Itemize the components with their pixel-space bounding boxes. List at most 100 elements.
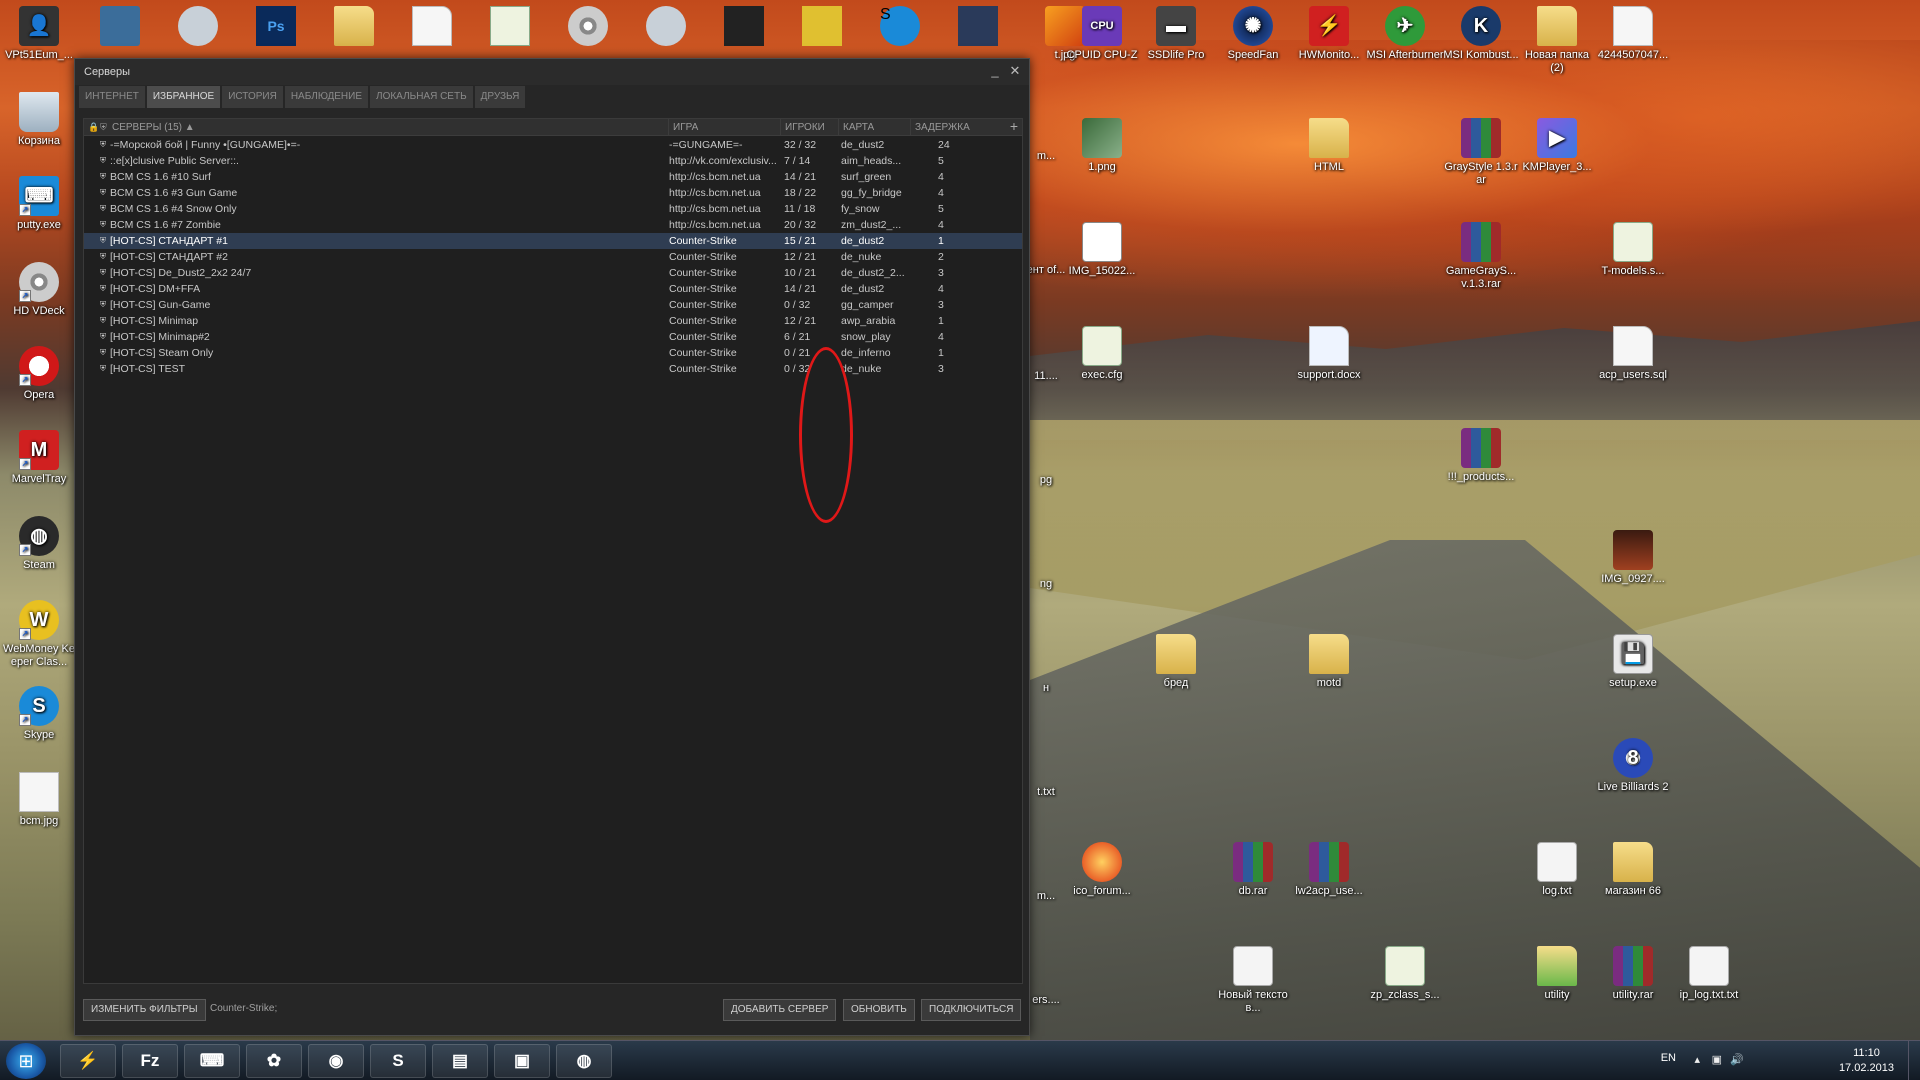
desktop-icon-bred[interactable]: бред [1137,634,1215,690]
desktop-icon-ng-partial[interactable]: ng [1026,578,1066,591]
server-row[interactable]: ⛨ BCM CS 1.6 #10 Surf http://cs.bcm.net.ua… [84,169,1022,185]
taskbar-item-steam[interactable]: ◍ [556,1044,612,1078]
server-row[interactable]: ⛨ [HOT-CS] Gun-Game Counter-Strike 0 / 32 gg… [84,297,1022,313]
gear-icon[interactable] [178,6,218,46]
desktop-icon-kmplayer[interactable]: ▶ KMPlayer_3... [1518,118,1596,174]
desktop-icon-live-billiards[interactable]: 8 Live Billiards 2 [1594,738,1672,794]
desktop-icon-putty[interactable]: ⌨ ↗ putty.exe [0,176,78,232]
image-icon[interactable] [724,6,764,46]
desktop-icon-img15022[interactable]: IMG_15022... [1063,222,1141,278]
server-row[interactable]: ⛨ -=Морской бой | Funny •[GUNGAME]•=- -=GU… [84,137,1022,153]
desktop-icon-tmodels[interactable]: T-models.s... [1594,222,1672,278]
desktop-icon-opera[interactable]: ↗ Opera [0,346,78,402]
taskbar-item-putty[interactable]: ⌨ [184,1044,240,1078]
server-row[interactable]: ⛨ [HOT-CS] Minimap Counter-Strike 12 / 21 aw… [84,313,1022,329]
desktop-icon-products[interactable]: !!!_products... [1442,428,1520,484]
desktop-icon-ers-partial[interactable]: ers.... [1026,994,1066,1007]
network-icon[interactable]: ▣ [1712,1053,1722,1066]
desktop-icon-lw2acp[interactable]: lw2acp_use... [1290,842,1368,898]
desktop-icon-steam[interactable]: ◍ ↗ Steam [0,516,78,572]
desktop-icon-new-text[interactable]: Новый текстов... [1214,946,1292,1015]
desktop-icon-zp-zclass[interactable]: zp_zclass_s... [1366,946,1444,1002]
desktop-icon-magazin[interactable]: магазин 66 [1594,842,1672,898]
desktop-icon-ico-forum[interactable]: ico_forum... [1063,842,1141,898]
script-file-icon[interactable] [490,6,530,46]
column-header-players[interactable]: ИГРОКИ [780,119,825,136]
desktop-icon-recycle-bin[interactable]: Корзина [0,92,78,148]
lock-icon[interactable]: 🔒 [88,119,99,136]
tray-arrow-icon[interactable]: ▴ [1694,1053,1700,1066]
add-server-button[interactable]: ДОБАВИТЬ СЕРВЕР [723,999,837,1021]
tab-lan[interactable]: ЛОКАЛЬНАЯ СЕТЬ [370,86,473,108]
desktop-icon-db-rar[interactable]: db.rar [1214,842,1292,898]
desktop-icon-utility-rar[interactable]: utility.rar [1594,946,1672,1002]
desktop-icon-gamegrays[interactable]: GameGrayS... v.1.3.rar [1442,222,1520,291]
column-header-map[interactable]: КАРТА [838,119,874,136]
desktop-icon-support-docx[interactable]: support.docx [1290,326,1368,382]
desktop-icon-hdvdeck[interactable]: ↗ HD VDeck [0,262,78,318]
desktop-icon-bcm-jpg[interactable]: bcm.jpg [0,772,78,828]
desktop-icon-html[interactable]: HTML [1290,118,1368,174]
server-row[interactable]: ⛨ [HOT-CS] TEST Counter-Strike 0 / 32 de_nuk… [84,361,1022,377]
clock[interactable]: 11:10 17.02.2013 [1839,1046,1894,1076]
desktop-icon-afterburner[interactable]: ✈ MSI Afterburner [1366,6,1444,62]
taskbar-item-server[interactable]: ▣ [494,1044,550,1078]
tab-friends[interactable]: ДРУЗЬЯ [474,86,526,108]
refresh-button[interactable]: ОБНОВИТЬ [843,999,915,1021]
close-button[interactable]: ✕ [1007,63,1023,79]
server-row[interactable]: ⛨ BCM CS 1.6 #7 Zombie http://cs.bcm.net.u… [84,217,1022,233]
desktop-icon-speedfan[interactable]: ✺ SpeedFan [1214,6,1292,62]
desktop-icon-m2-partial[interactable]: m... [1026,890,1066,903]
cartoon-image-icon[interactable] [802,6,842,46]
taskbar-item-filezilla[interactable]: Fz [122,1044,178,1078]
tab-spectate[interactable]: НАБЛЮДЕНИЕ [284,86,369,108]
add-column-icon[interactable]: + [1010,118,1018,135]
desktop-icon-ent-partial[interactable]: ент of... [1026,264,1066,277]
tab-internet[interactable]: ИНТЕРНЕТ [79,86,145,108]
desktop-icon-webmoney[interactable]: W ↗ WebMoney Keeper Clas... [0,600,78,669]
desktop-icon-acp-users[interactable]: acp_users.sql [1594,326,1672,382]
desktop-icon-ssdlife[interactable]: ▬ SSDlife Pro [1137,6,1215,62]
desktop-icon-utility[interactable]: utility [1518,946,1596,1002]
desktop-icon-4244507047[interactable]: 4244507047... [1594,6,1672,62]
desktop-icon-log-txt[interactable]: log.txt [1518,842,1596,898]
desktop-icon-vpt51[interactable]: 👤 VPt51Eum_... [0,6,78,62]
server-row[interactable]: ⛨ BCM CS 1.6 #3 Gun Game http://cs.bcm.net… [84,185,1022,201]
desktop-icon-marveltray[interactable]: M ↗ MarvelTray [0,430,78,486]
volume-icon[interactable]: 🔊 [1730,1053,1744,1066]
photoshop-icon[interactable]: Ps [256,6,296,46]
desktop-icon-skype[interactable]: S ↗ Skype [0,686,78,742]
show-desktop-button[interactable] [1908,1041,1920,1080]
column-header-servers[interactable]: СЕРВЕРЫ (15) ▲ [108,119,195,136]
folder-icon[interactable] [334,6,374,46]
taskbar-item-icq[interactable]: ✿ [246,1044,302,1078]
gear-icon[interactable] [646,6,686,46]
server-row[interactable]: ⛨ [HOT-CS] СТАНДАРТ #1 Counter-Strike 15 / … [84,233,1022,249]
taskbar-item-explorer[interactable]: ▤ [432,1044,488,1078]
desktop-icon-setup[interactable]: 💾 setup.exe [1594,634,1672,690]
desktop-icon-ttxt-partial[interactable]: t.txt [1026,786,1066,799]
desktop-icon-hwmonitor[interactable]: ⚡ HWMonito... [1290,6,1368,62]
desktop-icon-ip-log[interactable]: ip_log.txt.txt [1670,946,1748,1002]
skype-icon[interactable]: S [880,6,920,46]
tab-favorites[interactable]: ИЗБРАННОЕ [146,86,221,108]
desktop-icon-graystyle[interactable]: GrayStyle 1.3.rar [1442,118,1520,187]
desktop-icon-new-folder-2[interactable]: Новая папка (2) [1518,6,1596,75]
desktop-icon-11-partial[interactable]: 11.... [1026,370,1066,383]
server-row[interactable]: ⛨ [HOT-CS] СТАНДАРТ #2 Counter-Strike 12 / … [84,249,1022,265]
desktop-icon-1png[interactable]: 1.png [1063,118,1141,174]
computer-icon[interactable] [100,6,140,46]
shield-game-icon[interactable] [958,6,998,46]
shield-icon[interactable]: ⛨ [100,119,107,136]
server-row[interactable]: ⛨ [HOT-CS] DM+FFA Counter-Strike 14 / 21 de_… [84,281,1022,297]
taskbar-item-skype[interactable]: S [370,1044,426,1078]
server-row[interactable]: ⛨ [HOT-CS] Minimap#2 Counter-Strike 6 / 21 s… [84,329,1022,345]
tab-history[interactable]: ИСТОРИЯ [222,86,283,108]
taskbar-item-firefox[interactable]: ◉ [308,1044,364,1078]
taskbar-item-hwmonitor[interactable]: ⚡ [60,1044,116,1078]
server-row[interactable]: ⛨::e[x]clusive Public Server::. http://vk… [84,153,1022,169]
server-row[interactable]: ⛨ [HOT-CS] Steam Only Counter-Strike 0 / 21… [84,345,1022,361]
disc-icon[interactable] [568,6,608,46]
desktop-icon-cpuz[interactable]: CPU CPUID CPU-Z [1063,6,1141,62]
desktop-icon-img0927[interactable]: IMG_0927.... [1594,530,1672,586]
